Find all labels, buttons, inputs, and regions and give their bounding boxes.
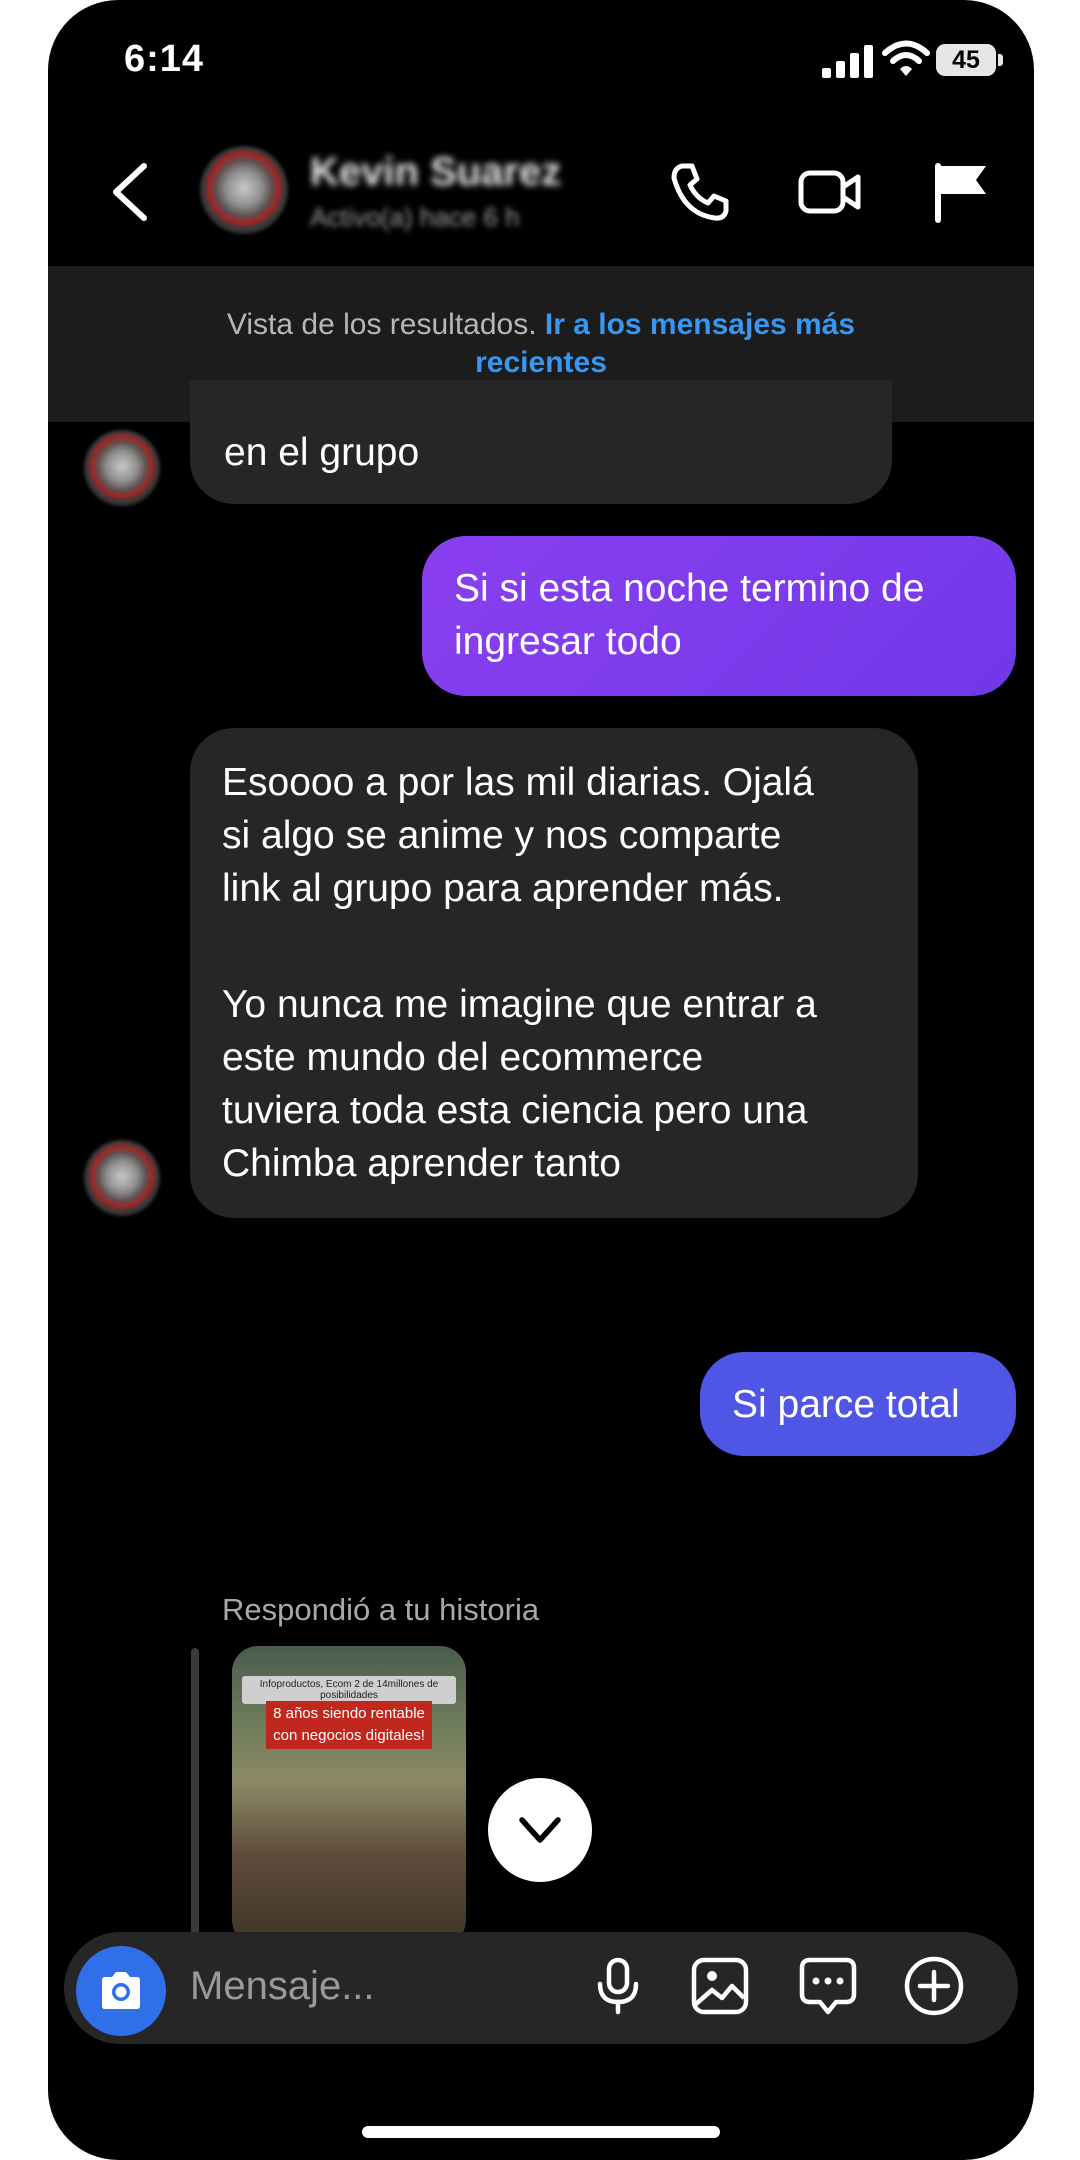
banner-text: Vista de los resultados. (226, 308, 537, 341)
battery-nub (998, 54, 1003, 66)
message-line: si algo se anime y nos comparte (222, 814, 782, 857)
microphone-icon[interactable] (586, 1954, 650, 2018)
message-text: Si parce total (732, 1383, 960, 1426)
message-line: Yo nunca me imagine que entrar a (222, 983, 817, 1026)
image-icon[interactable] (688, 1954, 752, 2018)
chevron-down-icon (519, 1817, 561, 1843)
story-caption-top: Infoproductos, Ecom 2 de 14millones de p… (242, 1676, 456, 1704)
message-line: este mundo del ecommerce (222, 1036, 704, 1079)
message-line: Chimba aprender tanto (222, 1142, 621, 1185)
message-line: Esoooo a por las mil diarias. Ojalá (222, 761, 814, 804)
message-outgoing[interactable]: Si parce total (700, 1352, 1016, 1456)
message-input[interactable]: Mensaje... (190, 1964, 375, 2009)
cellular-signal-icon (822, 45, 873, 78)
story-reply-bar (191, 1648, 199, 1948)
message-line: ingresar todo (454, 620, 682, 663)
video-icon[interactable] (798, 160, 862, 224)
scroll-down-button[interactable] (488, 1778, 592, 1882)
phone-screen: 6:14 45 Kevin Suarez Activo(a) hace 6 h … (48, 0, 1034, 2160)
message-incoming[interactable]: Esoooo a por las mil diarias. Ojalá si a… (190, 728, 918, 1218)
sender-avatar[interactable] (84, 1140, 160, 1216)
contact-name[interactable]: Kevin Suarez (310, 150, 561, 195)
home-indicator[interactable] (362, 2126, 720, 2138)
camera-button[interactable] (76, 1946, 166, 2036)
back-icon[interactable] (108, 160, 152, 224)
message-line: tuviera toda esta ciencia pero una (222, 1089, 808, 1132)
story-caption-red: 8 años siendo rentable con negocios digi… (266, 1701, 432, 1749)
message-outgoing[interactable]: Si si esta noche termino de ingresar tod… (422, 536, 1016, 696)
chat-bubble-icon[interactable] (796, 1954, 860, 2018)
contact-status: Activo(a) hace 6 h (310, 202, 520, 232)
battery-level: 45 (936, 44, 996, 76)
camera-icon (102, 1972, 140, 2009)
message-text: en el grupo (224, 431, 420, 474)
flag-icon[interactable] (930, 160, 994, 224)
story-thumbnail[interactable]: Infoproductos, Ecom 2 de 14millones de p… (232, 1646, 466, 1946)
wifi-icon (882, 40, 930, 76)
sender-avatar[interactable] (84, 430, 160, 506)
contact-avatar[interactable] (200, 146, 288, 234)
message-line: Si si esta noche termino de (454, 567, 925, 610)
phone-icon[interactable] (668, 160, 732, 224)
plus-circle-icon[interactable] (902, 1954, 966, 2018)
status-time: 6:14 (124, 38, 205, 80)
message-incoming[interactable]: en el grupo (190, 380, 892, 504)
story-reply-label: Respondió a tu historia (222, 1592, 540, 1627)
message-line: link al grupo para aprender más. (222, 867, 784, 910)
